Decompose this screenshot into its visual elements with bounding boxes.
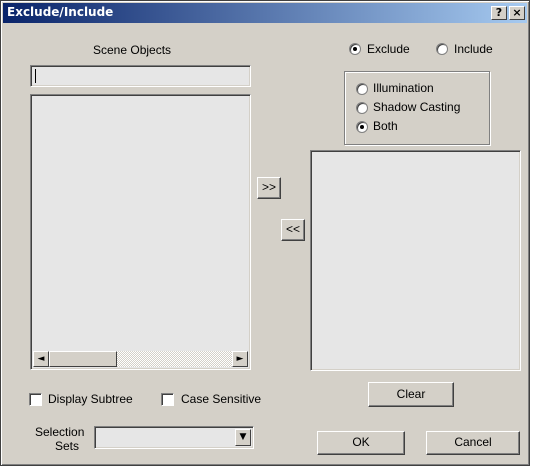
both-label: Both [373, 119, 398, 133]
excluded-objects-list[interactable] [310, 150, 521, 371]
remove-from-list-button[interactable]: << [281, 219, 305, 241]
cancel-button[interactable]: Cancel [426, 431, 520, 455]
display-subtree-checkbox[interactable] [29, 393, 42, 406]
scene-objects-heading: Scene Objects [93, 43, 172, 57]
include-radio[interactable] [436, 43, 448, 55]
ok-button[interactable]: OK [317, 431, 405, 455]
include-label: Include [454, 42, 493, 56]
display-subtree-label: Display Subtree [48, 392, 133, 406]
text-cursor [35, 69, 36, 83]
exclude-radio-dot [353, 47, 357, 51]
clear-button[interactable]: Clear [368, 382, 454, 407]
case-sensitive-label: Case Sensitive [181, 392, 262, 406]
help-button[interactable]: ? [491, 6, 507, 20]
selection-sets-label-line1: Selection [35, 425, 85, 439]
illumination-radio[interactable] [356, 83, 368, 95]
selection-sets-label-line2: Sets [55, 439, 80, 453]
scene-objects-list[interactable]: ◄ ► [30, 94, 251, 370]
exclude-radio[interactable] [349, 43, 361, 55]
exclude-include-dialog: Exclude/Include ? × Scene Objects ◄ ► >>… [0, 0, 530, 466]
case-sensitive-checkbox[interactable] [161, 393, 174, 406]
close-button[interactable]: × [509, 6, 525, 20]
chevron-down-icon[interactable]: ▼ [235, 429, 251, 446]
shadow-casting-label: Shadow Casting [373, 100, 461, 114]
both-radio-dot [360, 125, 364, 129]
exclude-label: Exclude [367, 42, 410, 56]
shadow-casting-radio[interactable] [356, 102, 368, 114]
scene-filter-input[interactable] [30, 65, 251, 87]
title-bar: Exclude/Include ? × [3, 3, 527, 23]
scroll-right-button[interactable]: ► [232, 351, 248, 367]
scroll-left-button[interactable]: ◄ [33, 351, 49, 367]
window-title: Exclude/Include [7, 5, 114, 19]
horizontal-scroll-thumb[interactable] [49, 351, 117, 367]
add-to-list-button[interactable]: >> [257, 177, 281, 199]
both-radio[interactable] [356, 121, 368, 133]
selection-sets-dropdown[interactable]: ▼ [94, 426, 254, 449]
illumination-label: Illumination [373, 81, 434, 95]
